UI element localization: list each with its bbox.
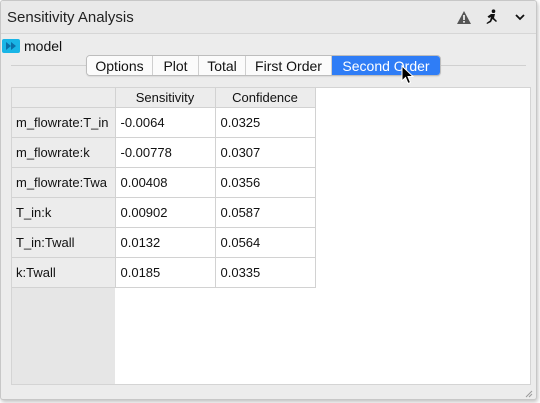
title-bar: Sensitivity Analysis — [1, 1, 536, 34]
window-title: Sensitivity Analysis — [7, 9, 134, 26]
sensitivity-cell[interactable]: 0.0185 — [115, 257, 216, 288]
sensitivity-analysis-window: Sensitivity Analysis model Options Plot … — [0, 0, 537, 400]
results-table: Sensitivity Confidence m_flowrate:T_in -… — [12, 88, 316, 288]
sensitivity-cell[interactable]: 0.00408 — [115, 167, 216, 198]
confidence-cell[interactable]: 0.0307 — [215, 137, 316, 168]
chevron-down-icon[interactable] — [512, 8, 528, 26]
row-header: m_flowrate:k — [12, 137, 116, 168]
row-header: m_flowrate:T_in — [12, 107, 116, 138]
model-row[interactable]: model — [1, 36, 62, 56]
column-header-confidence[interactable]: Confidence — [215, 88, 316, 108]
model-label: model — [24, 38, 63, 54]
tab-plot[interactable]: Plot — [153, 56, 199, 75]
row-header: T_in:k — [12, 197, 116, 228]
tab-second-order[interactable]: Second Order — [332, 56, 440, 75]
confidence-cell[interactable]: 0.0587 — [215, 197, 316, 228]
sensitivity-cell[interactable]: 0.00902 — [115, 197, 216, 228]
table-row[interactable]: m_flowrate:k -0.00778 0.0307 — [12, 137, 316, 168]
confidence-cell[interactable]: 0.0335 — [215, 257, 316, 288]
table-row[interactable]: T_in:Twall 0.0132 0.0564 — [12, 227, 316, 258]
title-bar-actions — [456, 8, 528, 26]
mouse-pointer-icon — [401, 64, 415, 85]
tab-first-order[interactable]: First Order — [246, 56, 332, 75]
table-corner — [12, 88, 116, 108]
table-row[interactable]: T_in:k 0.00902 0.0587 — [12, 197, 316, 228]
warning-icon[interactable] — [456, 8, 472, 26]
row-header: k:Twall — [12, 257, 116, 288]
confidence-cell[interactable]: 0.0325 — [215, 107, 316, 138]
row-header: m_flowrate:Twa — [12, 167, 116, 198]
table-row[interactable]: m_flowrate:Twa 0.00408 0.0356 — [12, 167, 316, 198]
table-row[interactable]: k:Twall 0.0185 0.0335 — [12, 257, 316, 288]
tab-bar: Options Plot Total First Order Second Or… — [86, 55, 441, 76]
run-icon[interactable] — [484, 8, 500, 26]
sensitivity-cell[interactable]: 0.0132 — [115, 227, 216, 258]
tab-options[interactable]: Options — [87, 56, 153, 75]
model-icon — [2, 39, 20, 53]
tab-total[interactable]: Total — [199, 56, 246, 75]
row-header: T_in:Twall — [12, 227, 116, 258]
resize-grip-icon[interactable] — [523, 386, 533, 398]
results-table-area[interactable]: Sensitivity Confidence m_flowrate:T_in -… — [11, 87, 531, 385]
column-header-sensitivity[interactable]: Sensitivity — [115, 88, 216, 108]
sensitivity-cell[interactable]: -0.00778 — [115, 137, 216, 168]
table-row[interactable]: m_flowrate:T_in -0.0064 0.0325 — [12, 107, 316, 138]
confidence-cell[interactable]: 0.0564 — [215, 227, 316, 258]
confidence-cell[interactable]: 0.0356 — [215, 167, 316, 198]
sensitivity-cell[interactable]: -0.0064 — [115, 107, 216, 138]
